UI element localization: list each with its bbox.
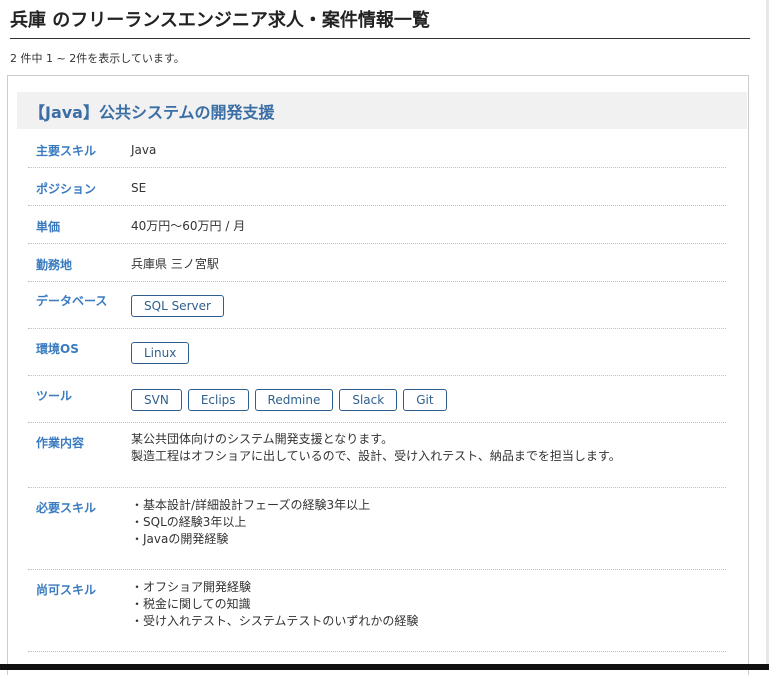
row-work: 作業内容 某公共団体向けのシステム開発支援となります。 製造工程はオフショアに出…	[28, 422, 726, 488]
result-count: 2 件中 1 ~ 2件を表示しています。	[10, 52, 185, 65]
row-tools: ツール SVN Eclips Redmine Slack Git	[28, 375, 726, 423]
tools-tag-list: SVN Eclips Redmine Slack Git	[131, 389, 447, 411]
location-label: 勤務地	[36, 258, 73, 272]
tag-sql-server[interactable]: SQL Server	[131, 295, 224, 317]
required-skill-item: ・SQLの経験3年以上	[131, 515, 247, 529]
work-line: 某公共団体向けのシステム開発支援となります。	[131, 432, 394, 446]
row-os: 環境OS Linux	[28, 328, 726, 376]
job-title-link[interactable]: 【Java】公共システムの開発支援	[29, 99, 275, 123]
required-skill-item: ・基本設計/詳細設計フェーズの経験3年以上	[131, 498, 371, 512]
price-value: 40万円〜60万円 / 月	[131, 219, 246, 233]
location-value: 兵庫県 三ノ宮駅	[131, 257, 219, 271]
preferred-skills-list: ・オフショア開発経験 ・税金に関しての知識 ・受け入れテスト、システムテストのい…	[131, 579, 418, 630]
row-database: データベース SQL Server	[28, 281, 726, 329]
os-label: 環境OS	[36, 342, 79, 356]
position-value: SE	[131, 181, 147, 195]
work-description: 某公共団体向けのシステム開発支援となります。 製造工程はオフショアに出しているの…	[131, 431, 621, 465]
tag-git[interactable]: Git	[403, 389, 447, 411]
position-label: ポジション	[36, 182, 97, 196]
work-line: 製造工程はオフショアに出しているので、設計、受け入れテスト、納品までを担当します…	[131, 449, 621, 463]
row-price: 単価 40万円〜60万円 / 月	[28, 205, 726, 244]
page-title: 兵庫 のフリーランスエンジニア求人・案件情報一覧	[10, 6, 750, 39]
os-tag-list: Linux	[131, 342, 190, 364]
required-skill-item: ・Javaの開発経験	[131, 532, 229, 546]
main-skill-label: 主要スキル	[36, 144, 97, 158]
preferred-skill-item: ・受け入れテスト、システムテストのいずれかの経験	[131, 614, 419, 628]
tag-redmine[interactable]: Redmine	[254, 389, 334, 411]
database-tag-list: SQL Server	[131, 295, 224, 317]
tools-label: ツール	[36, 389, 73, 403]
work-label: 作業内容	[36, 436, 85, 450]
tag-linux[interactable]: Linux	[131, 342, 190, 364]
database-label: データベース	[36, 294, 108, 308]
row-position: ポジション SE	[28, 167, 726, 206]
row-location: 勤務地 兵庫県 三ノ宮駅	[28, 243, 726, 282]
bottom-bar	[0, 664, 769, 670]
job-title-bar: 【Java】公共システムの開発支援	[17, 92, 747, 129]
tag-svn[interactable]: SVN	[131, 389, 182, 411]
required-skills-list: ・基本設計/詳細設計フェーズの経験3年以上 ・SQLの経験3年以上 ・Javaの…	[131, 497, 370, 548]
tag-slack[interactable]: Slack	[339, 389, 398, 411]
preferred-skill-item: ・税金に関しての知識	[131, 597, 251, 611]
preferred-skill-item: ・オフショア開発経験	[131, 580, 252, 594]
row-main-skill: 主要スキル Java	[28, 129, 726, 168]
tag-eclips[interactable]: Eclips	[187, 389, 249, 411]
preferred-skills-label: 尚可スキル	[36, 583, 97, 597]
row-preferred-skills: 尚可スキル ・オフショア開発経験 ・税金に関しての知識 ・受け入れテスト、システ…	[28, 569, 726, 652]
price-label: 単価	[36, 220, 61, 234]
job-card: 【Java】公共システムの開発支援 主要スキル Java ポジション SE 単価…	[7, 75, 749, 675]
main-skill-value: Java	[131, 143, 157, 157]
row-required-skills: 必要スキル ・基本設計/詳細設計フェーズの経験3年以上 ・SQLの経験3年以上 …	[28, 487, 726, 570]
required-skills-label: 必要スキル	[36, 501, 97, 515]
